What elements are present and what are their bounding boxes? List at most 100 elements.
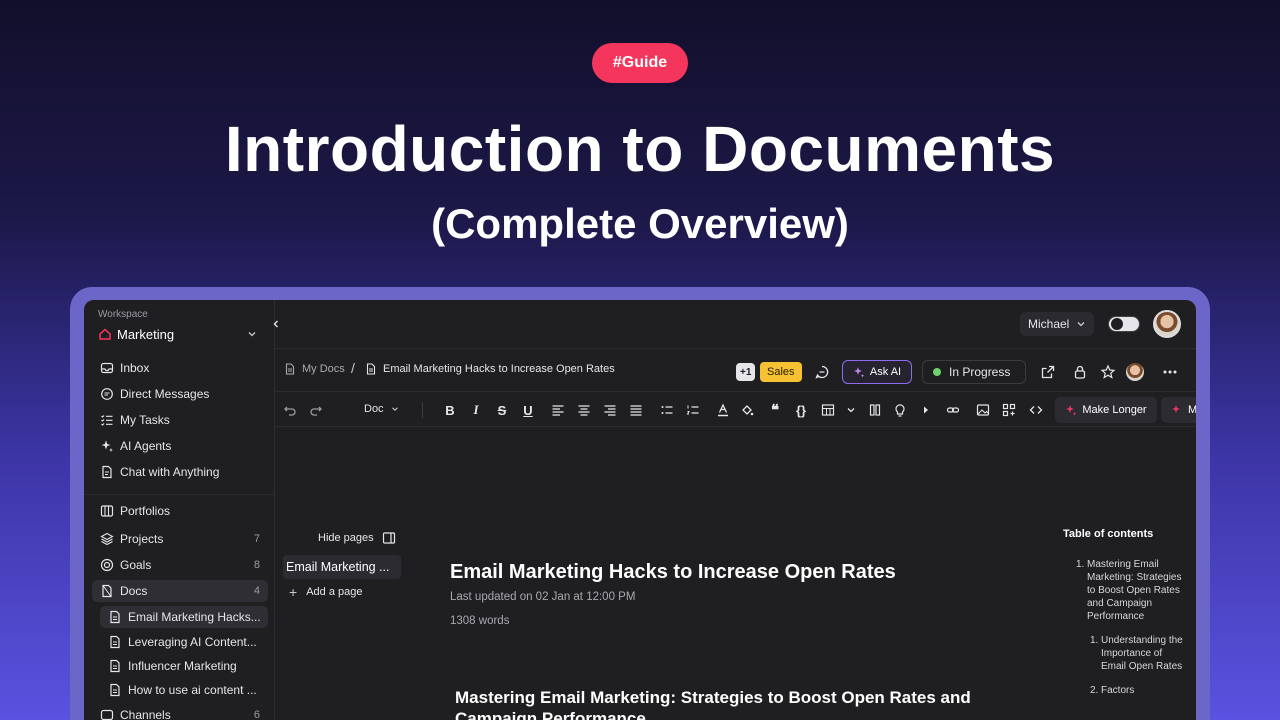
sparkle-icon (1172, 405, 1180, 413)
sidebar-divider (84, 494, 275, 495)
breadcrumb-root-label: My Docs (302, 363, 345, 375)
sidebar-item-inbox[interactable]: Inbox (92, 357, 268, 379)
sidebar: Workspace Marketing Inbox Direct Message… (84, 300, 275, 720)
theme-toggle[interactable] (1108, 316, 1140, 332)
doc-item-label: Influencer Marketing (128, 659, 237, 673)
strikethrough-icon[interactable]: S (494, 402, 510, 418)
more-tags-badge[interactable]: +1 (736, 363, 756, 381)
toggle-block-icon[interactable] (918, 402, 934, 418)
sidebar-item-docs[interactable]: Docs 4 (92, 580, 268, 602)
document-heading[interactable]: Mastering Email Marketing: Strategies to… (455, 687, 1015, 720)
undo-icon[interactable] (282, 402, 298, 418)
breadcrumb-current-label: Email Marketing Hacks to Increase Open R… (383, 363, 615, 375)
comment-icon[interactable] (814, 364, 830, 380)
hide-pages-label: Hide pages (318, 532, 374, 544)
chevron-down-icon (391, 407, 398, 412)
italic-icon[interactable]: I (468, 402, 484, 418)
align-left-icon[interactable] (550, 402, 566, 418)
page-item[interactable]: Email Marketing ... (283, 555, 401, 579)
block-type-label: Doc (364, 403, 384, 415)
sidebar-item-ai-agents[interactable]: AI Agents (92, 435, 268, 457)
open-external-icon[interactable] (1040, 364, 1056, 380)
document-title[interactable]: Email Marketing Hacks to Increase Open R… (450, 561, 896, 584)
sidebar-item-channels[interactable]: Channels 6 (92, 704, 268, 720)
add-page-button[interactable]: + Add a page (289, 584, 362, 600)
sidebar-item-my-tasks[interactable]: My Tasks (92, 409, 268, 431)
chevron-down-icon (1077, 322, 1085, 327)
sidebar-item-chat-with-anything[interactable]: Chat with Anything (92, 461, 268, 483)
breadcrumb-current[interactable]: Email Marketing Hacks to Increase Open R… (365, 363, 615, 375)
toc-number: 2. (1090, 685, 1099, 696)
make-longer-button[interactable]: Make Longer (1055, 397, 1157, 423)
doc-item-label: Email Marketing Hacks... (128, 610, 261, 624)
table-icon[interactable] (820, 402, 836, 418)
sidebar-panel-icon (382, 532, 395, 544)
doc-item[interactable]: Influencer Marketing (100, 655, 268, 677)
toc-item[interactable]: 2. Factors (1090, 684, 1186, 697)
redo-icon[interactable] (308, 402, 324, 418)
text-color-icon[interactable] (715, 402, 731, 418)
sidebar-item-goals[interactable]: Goals 8 (92, 554, 268, 576)
numbered-list-icon[interactable] (685, 402, 701, 418)
sidebar-item-projects[interactable]: Projects 7 (92, 528, 268, 550)
doc-item[interactable]: How to use ai content ... (100, 679, 268, 701)
lock-icon[interactable] (1072, 364, 1088, 380)
guide-tag: #Guide (592, 43, 688, 83)
image-icon[interactable] (975, 402, 991, 418)
plus-icon: + (289, 584, 298, 600)
avatar[interactable] (1153, 310, 1181, 338)
sidebar-item-direct-messages[interactable]: Direct Messages (92, 383, 268, 405)
embed-icon[interactable] (1001, 402, 1017, 418)
avatar[interactable] (1126, 363, 1144, 381)
more-icon[interactable] (1162, 364, 1178, 380)
toc-number: 1. (1090, 635, 1099, 646)
align-justify-icon[interactable] (628, 402, 644, 418)
sparkle-icon (853, 367, 865, 378)
status-dropdown[interactable]: In Progress (922, 360, 1026, 384)
toolbar-divider (422, 402, 423, 418)
hero-subtitle: (Complete Overview) (431, 200, 849, 247)
code-icon[interactable] (1028, 402, 1044, 418)
workspace-switcher[interactable]: Marketing (98, 325, 258, 343)
toc-title: Table of contents (1063, 528, 1154, 540)
code-block-icon[interactable]: {} (793, 402, 809, 418)
doc-item-label: How to use ai content ... (128, 683, 257, 697)
bold-icon[interactable]: B (442, 402, 458, 418)
toc-item[interactable]: 1. Mastering Email Marketing: Strategies… (1076, 558, 1186, 623)
sidebar-item-label: Direct Messages (120, 387, 210, 401)
message-icon (101, 388, 113, 400)
layers-icon (100, 532, 114, 546)
ai-action-button[interactable]: M (1161, 397, 1196, 423)
breadcrumb-separator: / (351, 360, 355, 376)
align-right-icon[interactable] (602, 402, 618, 418)
workspace-name: Marketing (117, 326, 175, 342)
underline-icon[interactable]: U (520, 402, 536, 418)
breadcrumb: My Docs / Email Marketing Hacks to Incre… (275, 350, 1196, 392)
chevron-down-icon (248, 332, 256, 337)
sidebar-item-portfolios[interactable]: Portfolios (92, 500, 268, 522)
highlight-icon[interactable] (739, 402, 755, 418)
star-icon[interactable] (1100, 364, 1116, 380)
sidebar-item-label: AI Agents (120, 439, 172, 453)
breadcrumb-root[interactable]: My Docs (284, 363, 345, 375)
doc-item[interactable]: Email Marketing Hacks... (100, 606, 268, 628)
doc-item-label: Leveraging AI Content... (128, 635, 257, 649)
block-type-select[interactable]: Doc (364, 403, 400, 415)
bullet-list-icon[interactable] (659, 402, 675, 418)
quote-icon[interactable]: ❝ (767, 402, 783, 419)
hide-pages-button[interactable]: Hide pages (318, 531, 396, 545)
status-label: In Progress (949, 365, 1011, 379)
chevron-down-icon[interactable] (843, 402, 859, 418)
file-icon (110, 683, 120, 697)
sidebar-item-label: Portfolios (120, 504, 171, 518)
link-icon[interactable] (945, 402, 961, 418)
status-dot (933, 368, 941, 376)
tag-badge[interactable]: Sales (760, 362, 802, 382)
align-center-icon[interactable] (576, 402, 592, 418)
lightbulb-icon[interactable] (892, 402, 908, 418)
ask-ai-button[interactable]: Ask AI (842, 360, 912, 384)
doc-item[interactable]: Leveraging AI Content... (100, 631, 268, 653)
columns-icon[interactable] (867, 402, 883, 418)
toc-item[interactable]: 1. Understanding the Importance of Email… (1090, 634, 1186, 673)
user-menu-button[interactable]: Michael (1020, 312, 1094, 336)
